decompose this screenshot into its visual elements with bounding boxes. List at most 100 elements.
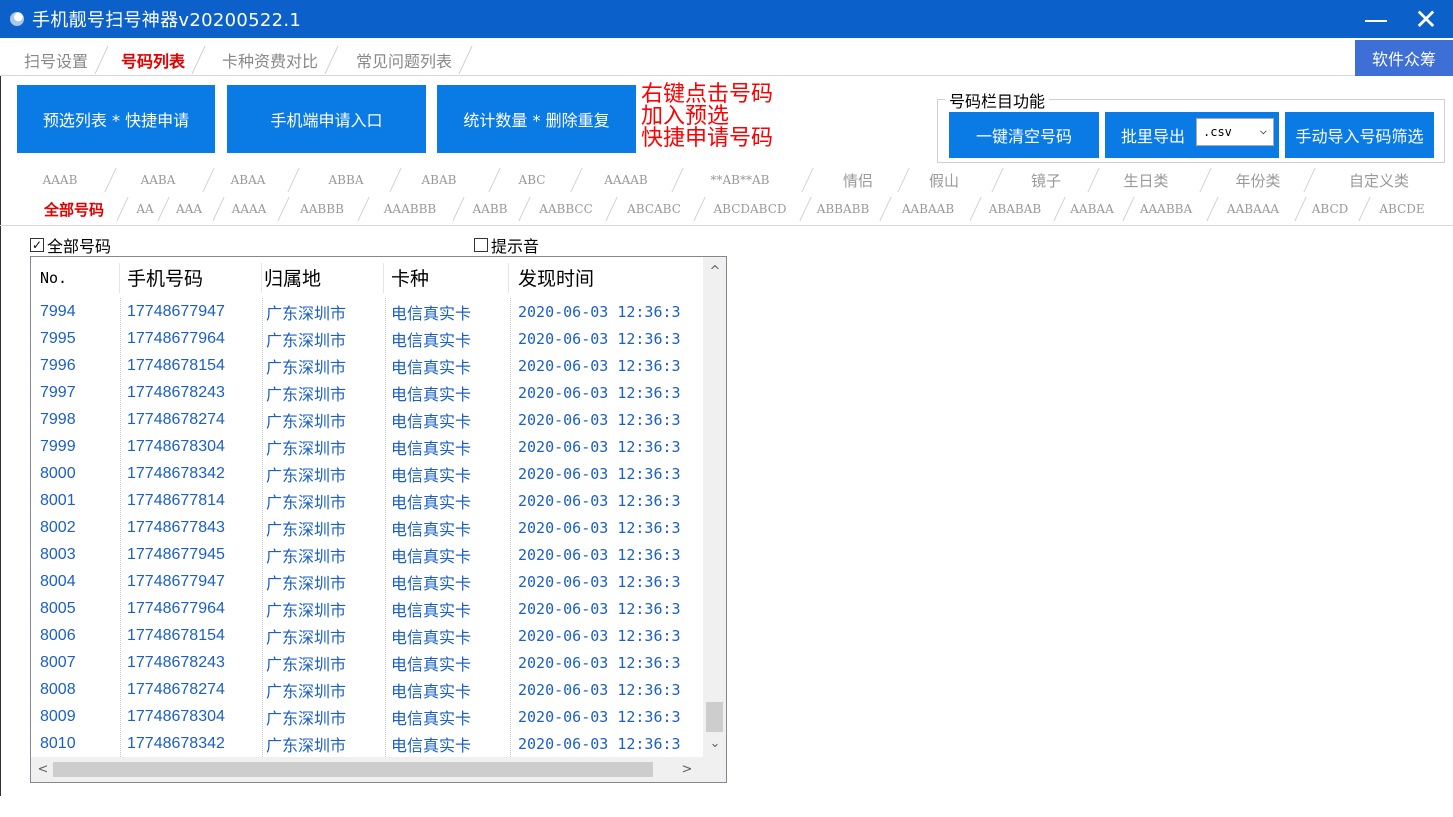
table-row[interactable]: 7994 17748677947 广东深圳市 电信真实卡 2020-06-03 12:3… bbox=[31, 298, 703, 325]
scroll-down-arrow-icon[interactable]: ⌄ bbox=[705, 733, 725, 753]
column-divider bbox=[508, 263, 509, 293]
category-tab[interactable]: ABBA bbox=[300, 166, 392, 194]
tab-baseline bbox=[0, 75, 1453, 76]
manual-import-filter-button[interactable]: 手动导入号码筛选 bbox=[1285, 112, 1434, 158]
category-tab[interactable]: ABABAB bbox=[976, 195, 1054, 223]
category-tab[interactable]: **AB**AB bbox=[680, 166, 800, 194]
export-format-select[interactable]: .csv ⌵ bbox=[1196, 118, 1274, 146]
category-tab[interactable]: 自定义类 bbox=[1318, 166, 1440, 194]
tab-label: 卡种资费对比 bbox=[222, 52, 319, 71]
column-header-phone[interactable]: 手机号码 bbox=[127, 257, 262, 298]
table-row[interactable]: 8001 17748677814 广东深圳市 电信真实卡 2020-06-03 12:3… bbox=[31, 487, 703, 514]
category-tab[interactable]: AABA bbox=[112, 166, 204, 194]
vertical-scrollbar[interactable]: ^ ⌄ bbox=[703, 257, 726, 757]
cell-phone-number: 17748677947 bbox=[127, 572, 225, 590]
close-icon: ✕ bbox=[1414, 2, 1438, 36]
table-row[interactable]: 8009 17748678304 广东深圳市 电信真实卡 2020-06-03 12:3… bbox=[31, 703, 703, 730]
category-tab[interactable]: AA bbox=[124, 195, 166, 223]
tab-faq-list[interactable]: 常见问题列表 bbox=[346, 46, 473, 74]
category-tab[interactable]: ABAB bbox=[393, 166, 485, 194]
table-row[interactable]: 8006 17748678154 广东深圳市 电信真实卡 2020-06-03 12:3… bbox=[31, 622, 703, 649]
category-tab[interactable]: AAA bbox=[164, 195, 214, 223]
vertical-scroll-thumb[interactable] bbox=[706, 702, 723, 732]
table-row[interactable]: 8007 17748678243 广东深圳市 电信真实卡 2020-06-03 12:3… bbox=[31, 649, 703, 676]
sound-alert-checkbox[interactable]: 提示音 bbox=[474, 233, 539, 257]
chevron-down-icon: ⌵ bbox=[1259, 123, 1267, 137]
category-tab[interactable]: AAABBB bbox=[364, 195, 456, 223]
category-tab[interactable]: ABCDABCD bbox=[700, 195, 800, 223]
table-row[interactable]: 8010 17748678342 广东深圳市 电信真实卡 2020-06-03 12:3… bbox=[31, 730, 703, 757]
category-tab[interactable]: AABBB bbox=[286, 195, 358, 223]
clear-all-numbers-button[interactable]: 一键清空号码 bbox=[949, 112, 1099, 158]
category-tab[interactable]: 假山 bbox=[898, 166, 990, 194]
category-tab[interactable]: 年份类 bbox=[1208, 166, 1308, 194]
stats-dedupe-button[interactable]: 统计数量 * 删除重复 bbox=[437, 85, 636, 153]
minimize-button[interactable] bbox=[1354, 0, 1398, 38]
table-row[interactable]: 8000 17748678342 广东深圳市 电信真实卡 2020-06-03 12:3… bbox=[31, 460, 703, 487]
preselect-quick-apply-button[interactable]: 预选列表 * 快捷申请 bbox=[17, 85, 215, 153]
category-tab[interactable]: AABAA bbox=[1060, 195, 1124, 223]
mobile-apply-entry-button[interactable]: 手机端申请入口 bbox=[227, 85, 426, 153]
category-tab[interactable]: ABBABB bbox=[806, 195, 880, 223]
category-tab[interactable]: ABCDE bbox=[1366, 195, 1438, 223]
table-row[interactable]: 7997 17748678243 广东深圳市 电信真实卡 2020-06-03 12:3… bbox=[31, 379, 703, 406]
category-tab[interactable]: ABCD bbox=[1300, 195, 1360, 223]
table-row[interactable]: 7995 17748677964 广东深圳市 电信真实卡 2020-06-03 12:3… bbox=[31, 325, 703, 352]
close-button[interactable]: ✕ bbox=[1404, 0, 1448, 38]
cell-no: 8007 bbox=[40, 653, 76, 671]
category-tab[interactable]: AABBCC bbox=[524, 195, 608, 223]
column-header-card-type[interactable]: 卡种 bbox=[391, 257, 509, 298]
scroll-up-arrow-icon[interactable]: ^ bbox=[705, 261, 725, 281]
tab-card-fee-compare[interactable]: 卡种资费对比 bbox=[212, 46, 339, 74]
cell-phone-number: 17748677947 bbox=[127, 302, 225, 320]
table-row[interactable]: 7998 17748678274 广东深圳市 电信真实卡 2020-06-03 12:3… bbox=[31, 406, 703, 433]
cell-phone-number: 17748678342 bbox=[127, 734, 225, 752]
category-tab[interactable]: 生日类 bbox=[1096, 166, 1196, 194]
table-row[interactable]: 8005 17748677964 广东深圳市 电信真实卡 2020-06-03 12:3… bbox=[31, 595, 703, 622]
number-list-table[interactable]: No. 手机号码 归属地 卡种 发现时间 7994 17748677947 广东深圳… bbox=[30, 256, 727, 783]
all-numbers-checkbox[interactable]: ✓ 全部号码 bbox=[30, 233, 111, 257]
software-crowdfund-button[interactable]: 软件众筹 bbox=[1355, 40, 1453, 76]
cell-location: 广东深圳市 bbox=[266, 465, 347, 485]
category-tab[interactable]: AAABBA bbox=[1128, 195, 1204, 223]
cell-no: 7994 bbox=[40, 302, 76, 320]
category-tab[interactable]: AABAAB bbox=[886, 195, 970, 223]
category-tab[interactable]: 情侣 bbox=[812, 166, 904, 194]
category-tab[interactable]: AABB bbox=[460, 195, 520, 223]
category-tab[interactable]: AABAAA bbox=[1214, 195, 1292, 223]
cell-card-type: 电信真实卡 bbox=[391, 708, 472, 728]
cell-location: 广东深圳市 bbox=[266, 330, 347, 350]
category-tab[interactable]: AAAA bbox=[220, 195, 278, 223]
horizontal-scrollbar[interactable]: < > bbox=[31, 757, 703, 782]
column-header-location[interactable]: 归属地 bbox=[264, 257, 384, 298]
cell-location: 广东深圳市 bbox=[266, 411, 347, 431]
tab-scan-settings[interactable]: 扫号设置 bbox=[14, 46, 109, 74]
scroll-right-arrow-icon[interactable]: > bbox=[677, 759, 697, 779]
column-header-no[interactable]: No. bbox=[40, 257, 120, 298]
scroll-left-arrow-icon[interactable]: < bbox=[33, 759, 53, 779]
cell-found-time: 2020-06-03 12:36:3 bbox=[518, 653, 681, 672]
table-row[interactable]: 8003 17748677945 广东深圳市 电信真实卡 2020-06-03 12:3… bbox=[31, 541, 703, 568]
category-tab[interactable]: ABCABC bbox=[612, 195, 696, 223]
column-header-found-time[interactable]: 发现时间 bbox=[518, 257, 703, 298]
table-row[interactable]: 8008 17748678274 广东深圳市 电信真实卡 2020-06-03 12:3… bbox=[31, 676, 703, 703]
column-header-label: 卡种 bbox=[391, 268, 430, 290]
horizontal-scroll-thumb[interactable] bbox=[53, 762, 653, 777]
title-bar[interactable]: 手机靓号扫号神器v20200522.1 ✕ bbox=[0, 0, 1453, 38]
cell-card-type: 电信真实卡 bbox=[391, 627, 472, 647]
cell-card-type: 电信真实卡 bbox=[391, 465, 472, 485]
category-tab-active[interactable]: 全部号码 bbox=[28, 195, 120, 223]
cell-no: 8003 bbox=[40, 545, 76, 563]
cell-location: 广东深圳市 bbox=[266, 708, 347, 728]
tab-number-list[interactable]: 号码列表 bbox=[111, 46, 206, 74]
category-tab[interactable]: ABC bbox=[494, 166, 570, 194]
category-tab[interactable]: 镜子 bbox=[1000, 166, 1092, 194]
category-tab[interactable]: AAAAB bbox=[580, 166, 672, 194]
category-tab[interactable]: ABAA bbox=[210, 166, 286, 194]
table-row[interactable]: 7996 17748678154 广东深圳市 电信真实卡 2020-06-03 12:3… bbox=[31, 352, 703, 379]
table-row[interactable]: 7999 17748678304 广东深圳市 电信真实卡 2020-06-03 12:3… bbox=[31, 433, 703, 460]
cell-location: 广东深圳市 bbox=[266, 627, 347, 647]
category-tab[interactable]: AAAB bbox=[14, 166, 106, 194]
table-row[interactable]: 8004 17748677947 广东深圳市 电信真实卡 2020-06-03 12:3… bbox=[31, 568, 703, 595]
table-row[interactable]: 8002 17748677843 广东深圳市 电信真实卡 2020-06-03 12:3… bbox=[31, 514, 703, 541]
